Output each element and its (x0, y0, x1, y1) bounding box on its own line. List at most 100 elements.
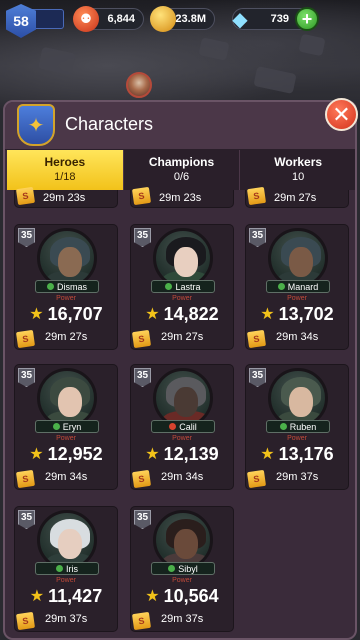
hero-portrait (268, 228, 328, 288)
partial-hero-card[interactable]: S 29m 27s (245, 186, 349, 208)
scroll-icon: S (131, 329, 152, 349)
recovery-timer: 29m 34s (45, 471, 88, 483)
food-counter[interactable]: ⚉ 6,844 (73, 6, 144, 32)
background-rock (253, 66, 297, 94)
tab-heroes[interactable]: Heroes 1/18 (7, 150, 124, 190)
gold-value: 23.8M (175, 13, 206, 25)
recovery-timer: 29m 23s (159, 192, 202, 204)
recovery-timer: 29m 34s (161, 471, 204, 483)
hero-nameplate: Eryn (35, 420, 99, 433)
background-rock (38, 46, 76, 76)
player-level-badge[interactable]: 58 (6, 4, 36, 38)
gems-counter[interactable]: ◆ 739 + (232, 7, 319, 31)
hero-portrait (268, 368, 328, 428)
star-icon: ★ (145, 588, 160, 605)
power-label: Power (172, 295, 192, 302)
level-badge: 35 (134, 228, 151, 247)
tab-workers[interactable]: Workers 10 (240, 150, 355, 190)
hero-power: 14,822 (163, 303, 219, 324)
hero-nameplate: Lastra (151, 280, 215, 293)
hero-card-eryn[interactable]: 35 Eryn Power ★ 12,952 S 29m 34s (14, 364, 118, 490)
tab-count: 1/18 (54, 171, 76, 183)
tab-label: Workers (274, 155, 323, 169)
hero-card-dismas[interactable]: 35 Dismas Power ★ 16,707 S 29m 27s (14, 224, 118, 350)
hero-card-ruben[interactable]: 35 Ruben Power ★ 13,176 S 29m 37s (245, 364, 349, 490)
hero-card-iris[interactable]: 35 Iris Power ★ 11,427 S 29m 37s (14, 506, 118, 632)
gems-value: 739 (270, 13, 289, 25)
portrait-face (174, 529, 198, 559)
resource-bar: 58 ⚉ 6,844 23.8M ◆ 739 + (0, 0, 360, 38)
timer-row: S 29m 37s (246, 469, 348, 489)
recovery-timer: 29m 34s (276, 331, 319, 343)
class-icon (169, 423, 177, 430)
power-label: Power (287, 435, 307, 442)
power-row: ★ 14,822 (131, 303, 233, 325)
recovery-timer: 29m 23s (43, 192, 86, 204)
portrait-face (58, 387, 82, 417)
star-icon: ★ (145, 446, 160, 463)
tab-champions[interactable]: Champions 0/6 (123, 150, 241, 190)
power-row: ★ 12,952 (15, 443, 117, 465)
hero-card-lastra[interactable]: 35 Lastra Power ★ 14,822 S 29m 27s (130, 224, 234, 350)
recovery-timer: 29m 27s (161, 331, 204, 343)
hero-portrait (153, 228, 213, 288)
timer-row: S 29m 34s (131, 469, 233, 489)
tab-label: Champions (148, 155, 215, 169)
hero-name: Sibyl (178, 563, 198, 574)
scroll-icon: S (15, 469, 36, 489)
hero-card-calil[interactable]: 35 Calil Power ★ 12,139 S 29m 34s (130, 364, 234, 490)
partial-hero-card[interactable]: S 29m 23s (130, 186, 234, 208)
star-icon: ★ (260, 306, 275, 323)
hero-name: Eryn (62, 421, 82, 432)
portrait-face (58, 529, 82, 559)
hero-portrait (37, 368, 97, 428)
scroll-icon: S (246, 469, 267, 489)
hero-portrait (37, 228, 97, 288)
dialog-header: ✦ Characters (5, 102, 355, 150)
scroll-icon: S (15, 186, 36, 206)
partial-card-row: S 29m 23s S 29m 23s S 29m 27s (5, 186, 355, 210)
background-rock (198, 37, 230, 61)
coin-icon (150, 6, 176, 32)
hero-card-manard[interactable]: 35 Manard Power ★ 13,702 S 29m 34s (245, 224, 349, 350)
class-icon (165, 283, 173, 290)
power-label: Power (172, 435, 192, 442)
recovery-timer: 29m 27s (45, 331, 88, 343)
power-row: ★ 12,139 (131, 443, 233, 465)
hero-name: Calil (179, 421, 197, 432)
power-row: ★ 10,564 (131, 585, 233, 607)
hero-card-sibyl[interactable]: 35 Sibyl Power ★ 10,564 S 29m 37s (130, 506, 234, 632)
level-badge: 35 (18, 368, 35, 387)
hero-name: Iris (66, 563, 78, 574)
star-icon: ★ (29, 588, 45, 605)
timer-row: S 29m 37s (131, 611, 233, 631)
gold-counter[interactable]: 23.8M (150, 6, 215, 32)
star-icon: ★ (29, 306, 44, 323)
level-badge: 35 (18, 228, 35, 247)
hero-nameplate: Manard (266, 280, 330, 293)
star-icon: ★ (260, 446, 275, 463)
timer-row: S 29m 34s (246, 329, 348, 349)
character-tabs: Heroes 1/18 Champions 0/6 Workers 10 (7, 150, 355, 190)
portrait-face (58, 247, 82, 277)
close-button[interactable]: ✕ (325, 98, 358, 131)
hero-power: 10,564 (163, 585, 219, 606)
portrait-face (174, 247, 198, 277)
scroll-icon: S (246, 329, 267, 349)
power-label: Power (172, 577, 192, 584)
star-icon: ★ (145, 306, 160, 323)
hero-power: 16,707 (47, 303, 103, 324)
hero-portrait (37, 510, 97, 570)
portrait-face (174, 387, 198, 417)
map-character[interactable] (126, 72, 152, 98)
level-badge: 35 (249, 368, 266, 387)
power-label: Power (56, 295, 76, 302)
class-icon (277, 283, 285, 290)
hero-name: Lastra (175, 281, 201, 292)
hero-power: 12,139 (163, 443, 219, 464)
add-gems-button[interactable]: + (295, 7, 319, 31)
partial-hero-card[interactable]: S 29m 23s (14, 186, 118, 208)
class-icon (279, 423, 287, 430)
tab-label: Heroes (44, 155, 86, 169)
power-row: ★ 13,176 (246, 443, 348, 465)
